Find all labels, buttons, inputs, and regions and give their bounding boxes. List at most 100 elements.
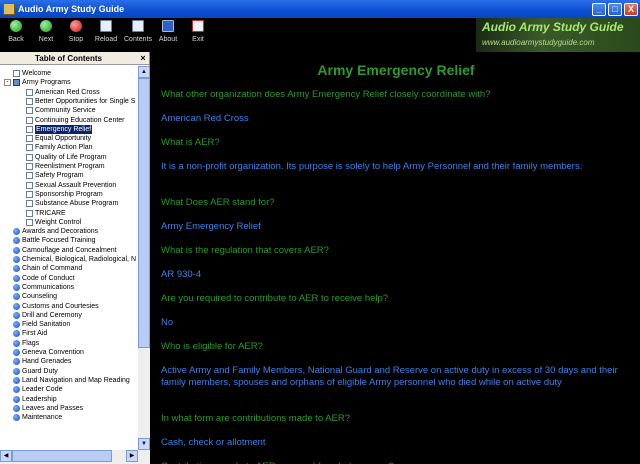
toc-item-label: Safety Program: [35, 172, 84, 180]
scroll-down-icon[interactable]: ▼: [138, 438, 150, 450]
toc-item[interactable]: Counseling: [13, 292, 57, 301]
help-topic-icon: [13, 228, 20, 236]
toc-item-label: Geneva Convention: [22, 349, 84, 356]
page-title: Army Emergency Relief: [317, 62, 475, 78]
close-button[interactable]: X: [624, 2, 638, 16]
toc-item-label: Hand Grenades: [22, 358, 72, 366]
toc-item-label: Community Service: [35, 107, 96, 115]
toc-item[interactable]: Camouflage and Concealment: [13, 246, 117, 255]
toc-item-label: Flags: [22, 339, 40, 347]
scroll-thumb[interactable]: [138, 78, 150, 348]
toc-item[interactable]: Leaves and Passes: [13, 404, 83, 413]
toc-item[interactable]: Chain of Command: [13, 264, 82, 273]
toc-item[interactable]: Community Service: [26, 106, 96, 115]
toc-item[interactable]: Leader Code: [13, 385, 62, 394]
toc-item[interactable]: Family Action Plan: [26, 143, 93, 152]
help-topic-icon: [13, 414, 20, 422]
toc-item-label: Equal Opportunity: [35, 135, 92, 143]
help-topic-icon: [13, 358, 20, 366]
exit-button[interactable]: Exit: [184, 20, 212, 50]
toc-item[interactable]: Hand Grenades: [13, 357, 71, 366]
toc-close-button[interactable]: ×: [137, 53, 149, 63]
title-bar: Audio Army Study Guide _ □ X: [0, 0, 640, 18]
page-icon: [26, 97, 33, 105]
toc-item[interactable]: Equal Opportunity: [26, 134, 91, 143]
toc-item[interactable]: Welcome: [13, 69, 51, 78]
toc-item-label: Reenlistment Program: [35, 163, 105, 170]
page-icon: [26, 107, 33, 115]
toc-item[interactable]: Leadership: [13, 395, 57, 404]
toc-item-label: Family Action Plan: [35, 144, 93, 152]
toc-item[interactable]: Continuing Education Center: [26, 116, 125, 125]
toc-item[interactable]: Geneva Convention: [13, 348, 84, 357]
expander-icon[interactable]: -: [4, 79, 11, 87]
page-icon: [26, 125, 33, 133]
toc-item[interactable]: Guard Duty: [13, 367, 58, 376]
toc-item[interactable]: Field Sanitation: [13, 320, 70, 329]
scroll-right-icon[interactable]: ▶: [126, 450, 138, 462]
window-title: Audio Army Study Guide: [18, 4, 125, 14]
toc-item[interactable]: Sexual Assault Prevention: [26, 181, 116, 190]
toc-item-label: American Red Cross: [35, 88, 100, 96]
toc-item[interactable]: Reenlistment Program: [26, 162, 105, 171]
toc-item-label: Army Programs: [22, 79, 71, 87]
back-button[interactable]: Back: [2, 20, 30, 50]
toc-item-label: Sexual Assault Prevention: [35, 181, 117, 189]
toc-item[interactable]: Emergency Relief: [26, 124, 93, 134]
toc-item[interactable]: Drill and Ceremony: [13, 311, 82, 320]
toc-tree: Welcome - Army Programs American Red Cross B…: [0, 66, 138, 450]
reload-button[interactable]: Reload: [92, 20, 120, 50]
toc-item[interactable]: Maintenance: [13, 413, 62, 422]
toc-item-label: Leadership: [22, 395, 57, 403]
toc-item[interactable]: American Red Cross: [26, 88, 100, 97]
toc-item[interactable]: Better Opportunities for Single S: [26, 97, 135, 106]
toc-item[interactable]: Chemical, Biological, Radiological, N: [13, 255, 136, 264]
hscroll-thumb[interactable]: [12, 450, 112, 462]
answer-text: AR 930-4: [161, 269, 202, 280]
book-icon: [13, 79, 20, 87]
toc-item-label: Weight Control: [35, 218, 82, 226]
toc-item[interactable]: Substance Abuse Program: [26, 199, 118, 208]
toc-item[interactable]: Battle Focused Training: [13, 236, 96, 245]
toc-item[interactable]: Safety Program: [26, 171, 84, 180]
question-text: Who is eligible for AER?: [161, 341, 263, 352]
toc-item[interactable]: Weight Control: [26, 218, 81, 227]
scroll-up-icon[interactable]: ▲: [138, 66, 150, 78]
about-button[interactable]: About: [154, 20, 182, 50]
toc-item[interactable]: Flags: [13, 339, 39, 348]
question-text: In what form are contributions made to A…: [161, 413, 351, 424]
answer-text: Army Emergency Relief: [161, 221, 261, 232]
toc-item[interactable]: Communications: [13, 283, 74, 292]
page-icon: [26, 163, 33, 170]
help-topic-icon: [13, 311, 20, 319]
toc-item[interactable]: Awards and Decorations: [13, 227, 98, 236]
toc-vertical-scrollbar[interactable]: ▲ ▼: [138, 66, 150, 450]
maximize-button[interactable]: □: [608, 2, 622, 16]
toc-item[interactable]: Customs and Courtesies: [13, 302, 99, 311]
toc-item[interactable]: Land Navigation and Map Reading: [13, 376, 130, 385]
toc-item-label: Sponsorship Program: [35, 190, 103, 198]
help-topic-icon: [13, 395, 20, 403]
contents-button[interactable]: Contents: [124, 20, 152, 50]
help-topic-icon: [13, 302, 20, 310]
toc-item[interactable]: Quality of Life Program: [26, 153, 107, 162]
content-pane: Army Emergency Relief What other organiz…: [152, 52, 640, 464]
page-icon: [26, 144, 33, 152]
stop-button[interactable]: Stop: [62, 20, 90, 50]
toc-header: Table of Contents ×: [0, 52, 149, 65]
toc-item-label: Better Opportunities for Single S: [35, 97, 136, 105]
next-button[interactable]: Next: [32, 20, 60, 50]
app-icon: [3, 3, 15, 15]
toc-item[interactable]: Code of Conduct: [13, 274, 75, 283]
exit-icon: [192, 20, 204, 32]
question-text: What Does AER stand for?: [161, 197, 275, 208]
toc-item[interactable]: First Aid: [13, 329, 47, 338]
toc-item[interactable]: Army Programs: [13, 78, 71, 87]
question-text: What is AER?: [161, 137, 220, 148]
toc-item[interactable]: TRICARE: [26, 209, 66, 218]
minimize-button[interactable]: _: [592, 2, 606, 16]
scroll-left-icon[interactable]: ◀: [0, 450, 12, 462]
toc-item[interactable]: Sponsorship Program: [26, 190, 103, 199]
logo-title: Audio Army Study Guide: [482, 20, 624, 34]
toc-horizontal-scrollbar[interactable]: ◀ ▶: [0, 450, 150, 464]
